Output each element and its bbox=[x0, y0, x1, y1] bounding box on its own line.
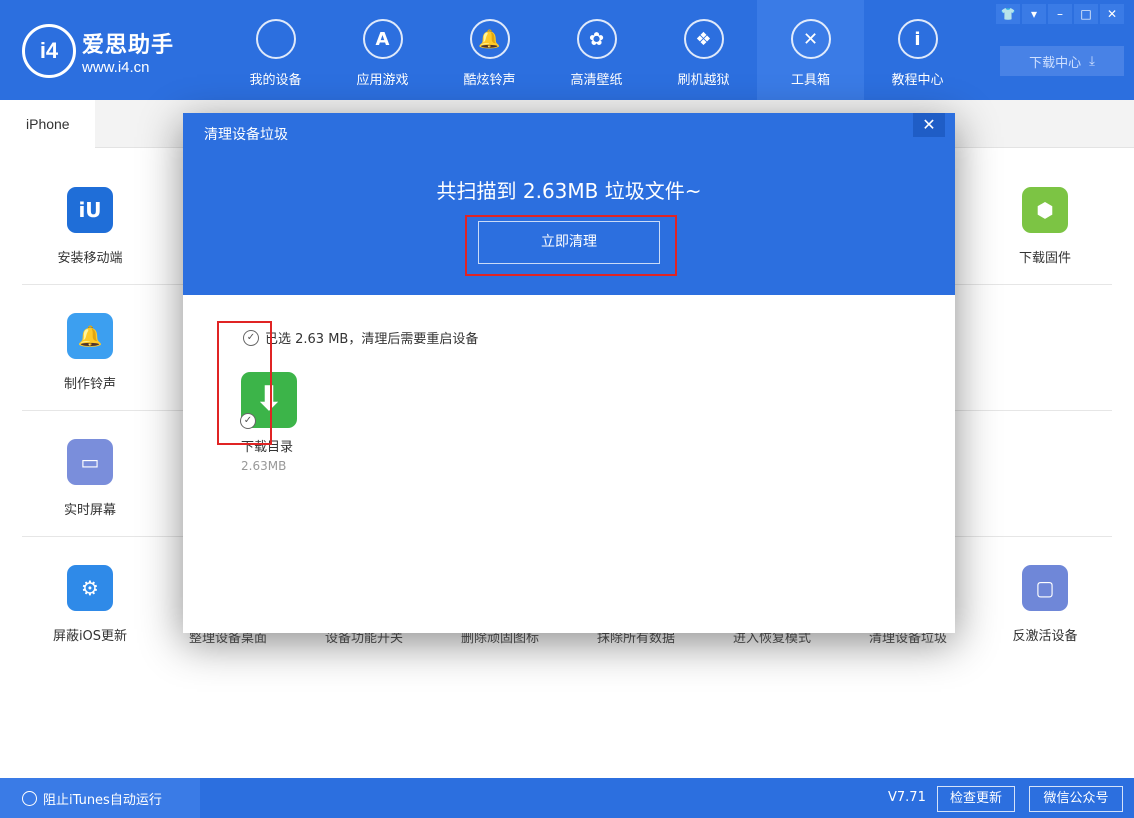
app-store-icon: A bbox=[362, 19, 403, 59]
tool-icon: ⚙ bbox=[67, 565, 113, 611]
nav-label: 我的设备 bbox=[249, 73, 302, 88]
itunes-toggle-label: 阻止iTunes自动运行 bbox=[43, 792, 162, 808]
tool-icon: iU bbox=[67, 187, 113, 233]
tool-icon: ▢ bbox=[1022, 565, 1068, 611]
nav-label: 教程中心 bbox=[891, 73, 944, 88]
download-center-button[interactable]: 下载中心 ⤓ bbox=[1000, 46, 1124, 76]
tool-label: 下载固件 bbox=[1018, 251, 1071, 266]
nav-label: 工具箱 bbox=[790, 73, 830, 88]
nav-label: 应用游戏 bbox=[356, 73, 409, 88]
tool-icon: ▭ bbox=[67, 439, 113, 485]
version-label: V7.71 bbox=[888, 790, 926, 805]
tool-item[interactable]: ⬢ 下载固件 bbox=[977, 187, 1113, 266]
tool-item[interactable]: iU 安装移动端 bbox=[22, 187, 158, 266]
nav-item-6[interactable]: i 教程中心 bbox=[864, 0, 971, 100]
tool-item[interactable]: ⚙ 屏蔽iOS更新 bbox=[22, 565, 158, 644]
tab-iphone[interactable]: iPhone bbox=[0, 100, 95, 149]
nav-item-2[interactable]: 🔔 酷炫铃声 bbox=[436, 0, 543, 100]
tool-icon: 🔔 bbox=[67, 313, 113, 359]
tool-label: 制作铃声 bbox=[63, 377, 116, 392]
info-icon: i bbox=[897, 19, 938, 59]
dialog-close-icon[interactable]: ✕ bbox=[913, 113, 945, 137]
tool-label: 安装移动端 bbox=[57, 251, 123, 266]
minimize-icon[interactable]: – bbox=[1048, 4, 1072, 24]
radio-icon[interactable] bbox=[22, 790, 37, 806]
logo: i4 爱思助手 www.i4.cn bbox=[22, 24, 174, 78]
maximize-icon[interactable]: □ bbox=[1074, 4, 1098, 24]
nav-item-3[interactable]: ✿ 高清壁纸 bbox=[543, 0, 650, 100]
flower-icon: ✿ bbox=[576, 19, 617, 59]
annotation-highlight bbox=[217, 321, 272, 445]
selection-text: 已选 2.63 MB，清理后需要重启设备 bbox=[265, 332, 479, 347]
nav-label: 高清壁纸 bbox=[570, 73, 623, 88]
nav-item-4[interactable]: ❖ 刷机越狱 bbox=[650, 0, 757, 100]
nav-label: 刷机越狱 bbox=[677, 73, 730, 88]
tool-item[interactable]: ▭ 实时屏幕 bbox=[22, 439, 158, 518]
bell-icon: 🔔 bbox=[469, 19, 510, 59]
box-icon: ❖ bbox=[683, 19, 724, 59]
main-nav: 我的设备 A 应用游戏 🔔 酷炫铃声 ✿ 高清壁纸 ❖ 刷机越狱 ✕ 工具箱 i 教程中心 bbox=[222, 0, 971, 100]
nav-item-1[interactable]: A 应用游戏 bbox=[329, 0, 436, 100]
clean-junk-dialog: 清理设备垃圾 ✕ 共扫描到 2.63MB 垃圾文件~ 立即清理 ✓ 已选 2.6… bbox=[183, 113, 955, 633]
select-all-row[interactable]: ✓ 已选 2.63 MB，清理后需要重启设备 bbox=[243, 328, 478, 347]
scan-result-headline: 共扫描到 2.63MB 垃圾文件~ bbox=[436, 179, 702, 203]
itunes-toggle[interactable]: 阻止iTunes自动运行 bbox=[0, 778, 200, 818]
title-bar: i4 爱思助手 www.i4.cn 我的设备 A 应用游戏 🔔 酷炫铃声 ✿ 高清壁纸 ❖ 刷机… bbox=[0, 0, 1134, 100]
logo-url: www.i4.cn bbox=[82, 58, 150, 76]
nav-item-5[interactable]: ✕ 工具箱 bbox=[757, 0, 864, 100]
junk-item-size: 2.63MB bbox=[241, 459, 287, 473]
nav-label: 酷炫铃声 bbox=[463, 73, 516, 88]
tool-item[interactable]: 🔔 制作铃声 bbox=[22, 313, 158, 392]
status-bar: 阻止iTunes自动运行 V7.71 检查更新 微信公众号 bbox=[0, 778, 1134, 818]
download-icon: ⤓ bbox=[1089, 53, 1095, 69]
skin-icon[interactable]: 👕 bbox=[996, 4, 1020, 24]
tool-label: 实时屏幕 bbox=[63, 503, 116, 518]
download-center-label: 下载中心 bbox=[1029, 55, 1082, 71]
logo-mark: i4 bbox=[22, 24, 76, 78]
menu-icon[interactable]: ▾ bbox=[1022, 4, 1046, 24]
window-controls: 👕 ▾ – □ ✕ bbox=[996, 4, 1124, 24]
dialog-title: 清理设备垃圾 bbox=[204, 127, 288, 143]
tools-icon: ✕ bbox=[790, 19, 831, 59]
close-icon[interactable]: ✕ bbox=[1100, 4, 1124, 24]
apple-icon bbox=[255, 19, 296, 59]
tool-icon: ⬢ bbox=[1022, 187, 1068, 233]
logo-name: 爱思助手 bbox=[82, 32, 175, 58]
check-update-button[interactable]: 检查更新 bbox=[937, 786, 1015, 812]
tool-label: 屏蔽iOS更新 bbox=[52, 629, 128, 644]
tool-label: 反激活设备 bbox=[1012, 629, 1078, 644]
wechat-button[interactable]: 微信公众号 bbox=[1029, 786, 1123, 812]
annotation-highlight bbox=[465, 215, 677, 276]
nav-item-0[interactable]: 我的设备 bbox=[222, 0, 329, 100]
tool-item[interactable]: ▢ 反激活设备 bbox=[977, 565, 1113, 644]
